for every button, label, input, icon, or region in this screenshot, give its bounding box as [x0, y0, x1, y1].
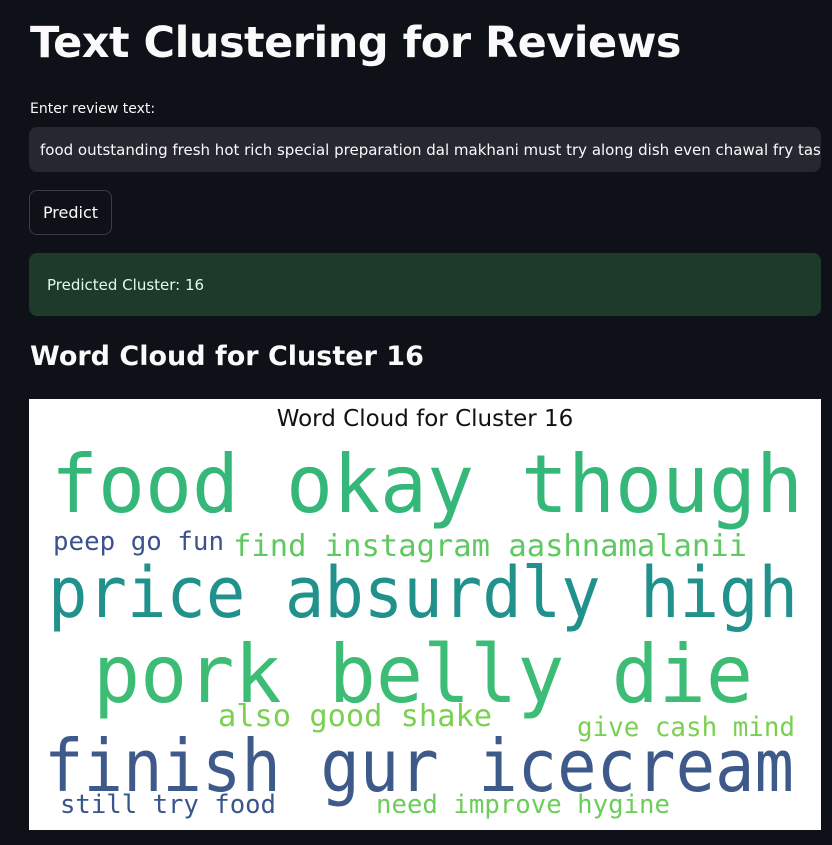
review-input-label: Enter review text: — [30, 101, 156, 117]
cloud-phrase-food-okay-though: food okay though — [51, 438, 803, 531]
predict-button[interactable]: Predict — [29, 190, 112, 235]
word-cloud-canvas: Word Cloud for Cluster 16 food okay thou… — [44, 406, 803, 820]
app-page: Text Clustering for Reviews Enter review… — [0, 0, 832, 845]
cloud-phrase-still-try-food: still try food — [60, 790, 276, 820]
word-cloud-heading: Word Cloud for Cluster 16 — [30, 341, 424, 372]
cloud-phrase-price-absurdly-high: price absurdly high — [48, 552, 798, 634]
word-cloud-title: Word Cloud for Cluster 16 — [277, 406, 574, 432]
review-text-input[interactable] — [29, 127, 821, 172]
prediction-success-alert: Predicted Cluster: 16 — [29, 253, 821, 316]
cloud-phrase-need-improve-hygine: need improve hygine — [376, 790, 670, 820]
predicted-cluster-text: Predicted Cluster: 16 — [47, 275, 205, 294]
page-title: Text Clustering for Reviews — [30, 18, 682, 68]
word-cloud-image: Word Cloud for Cluster 16 food okay thou… — [29, 399, 821, 830]
